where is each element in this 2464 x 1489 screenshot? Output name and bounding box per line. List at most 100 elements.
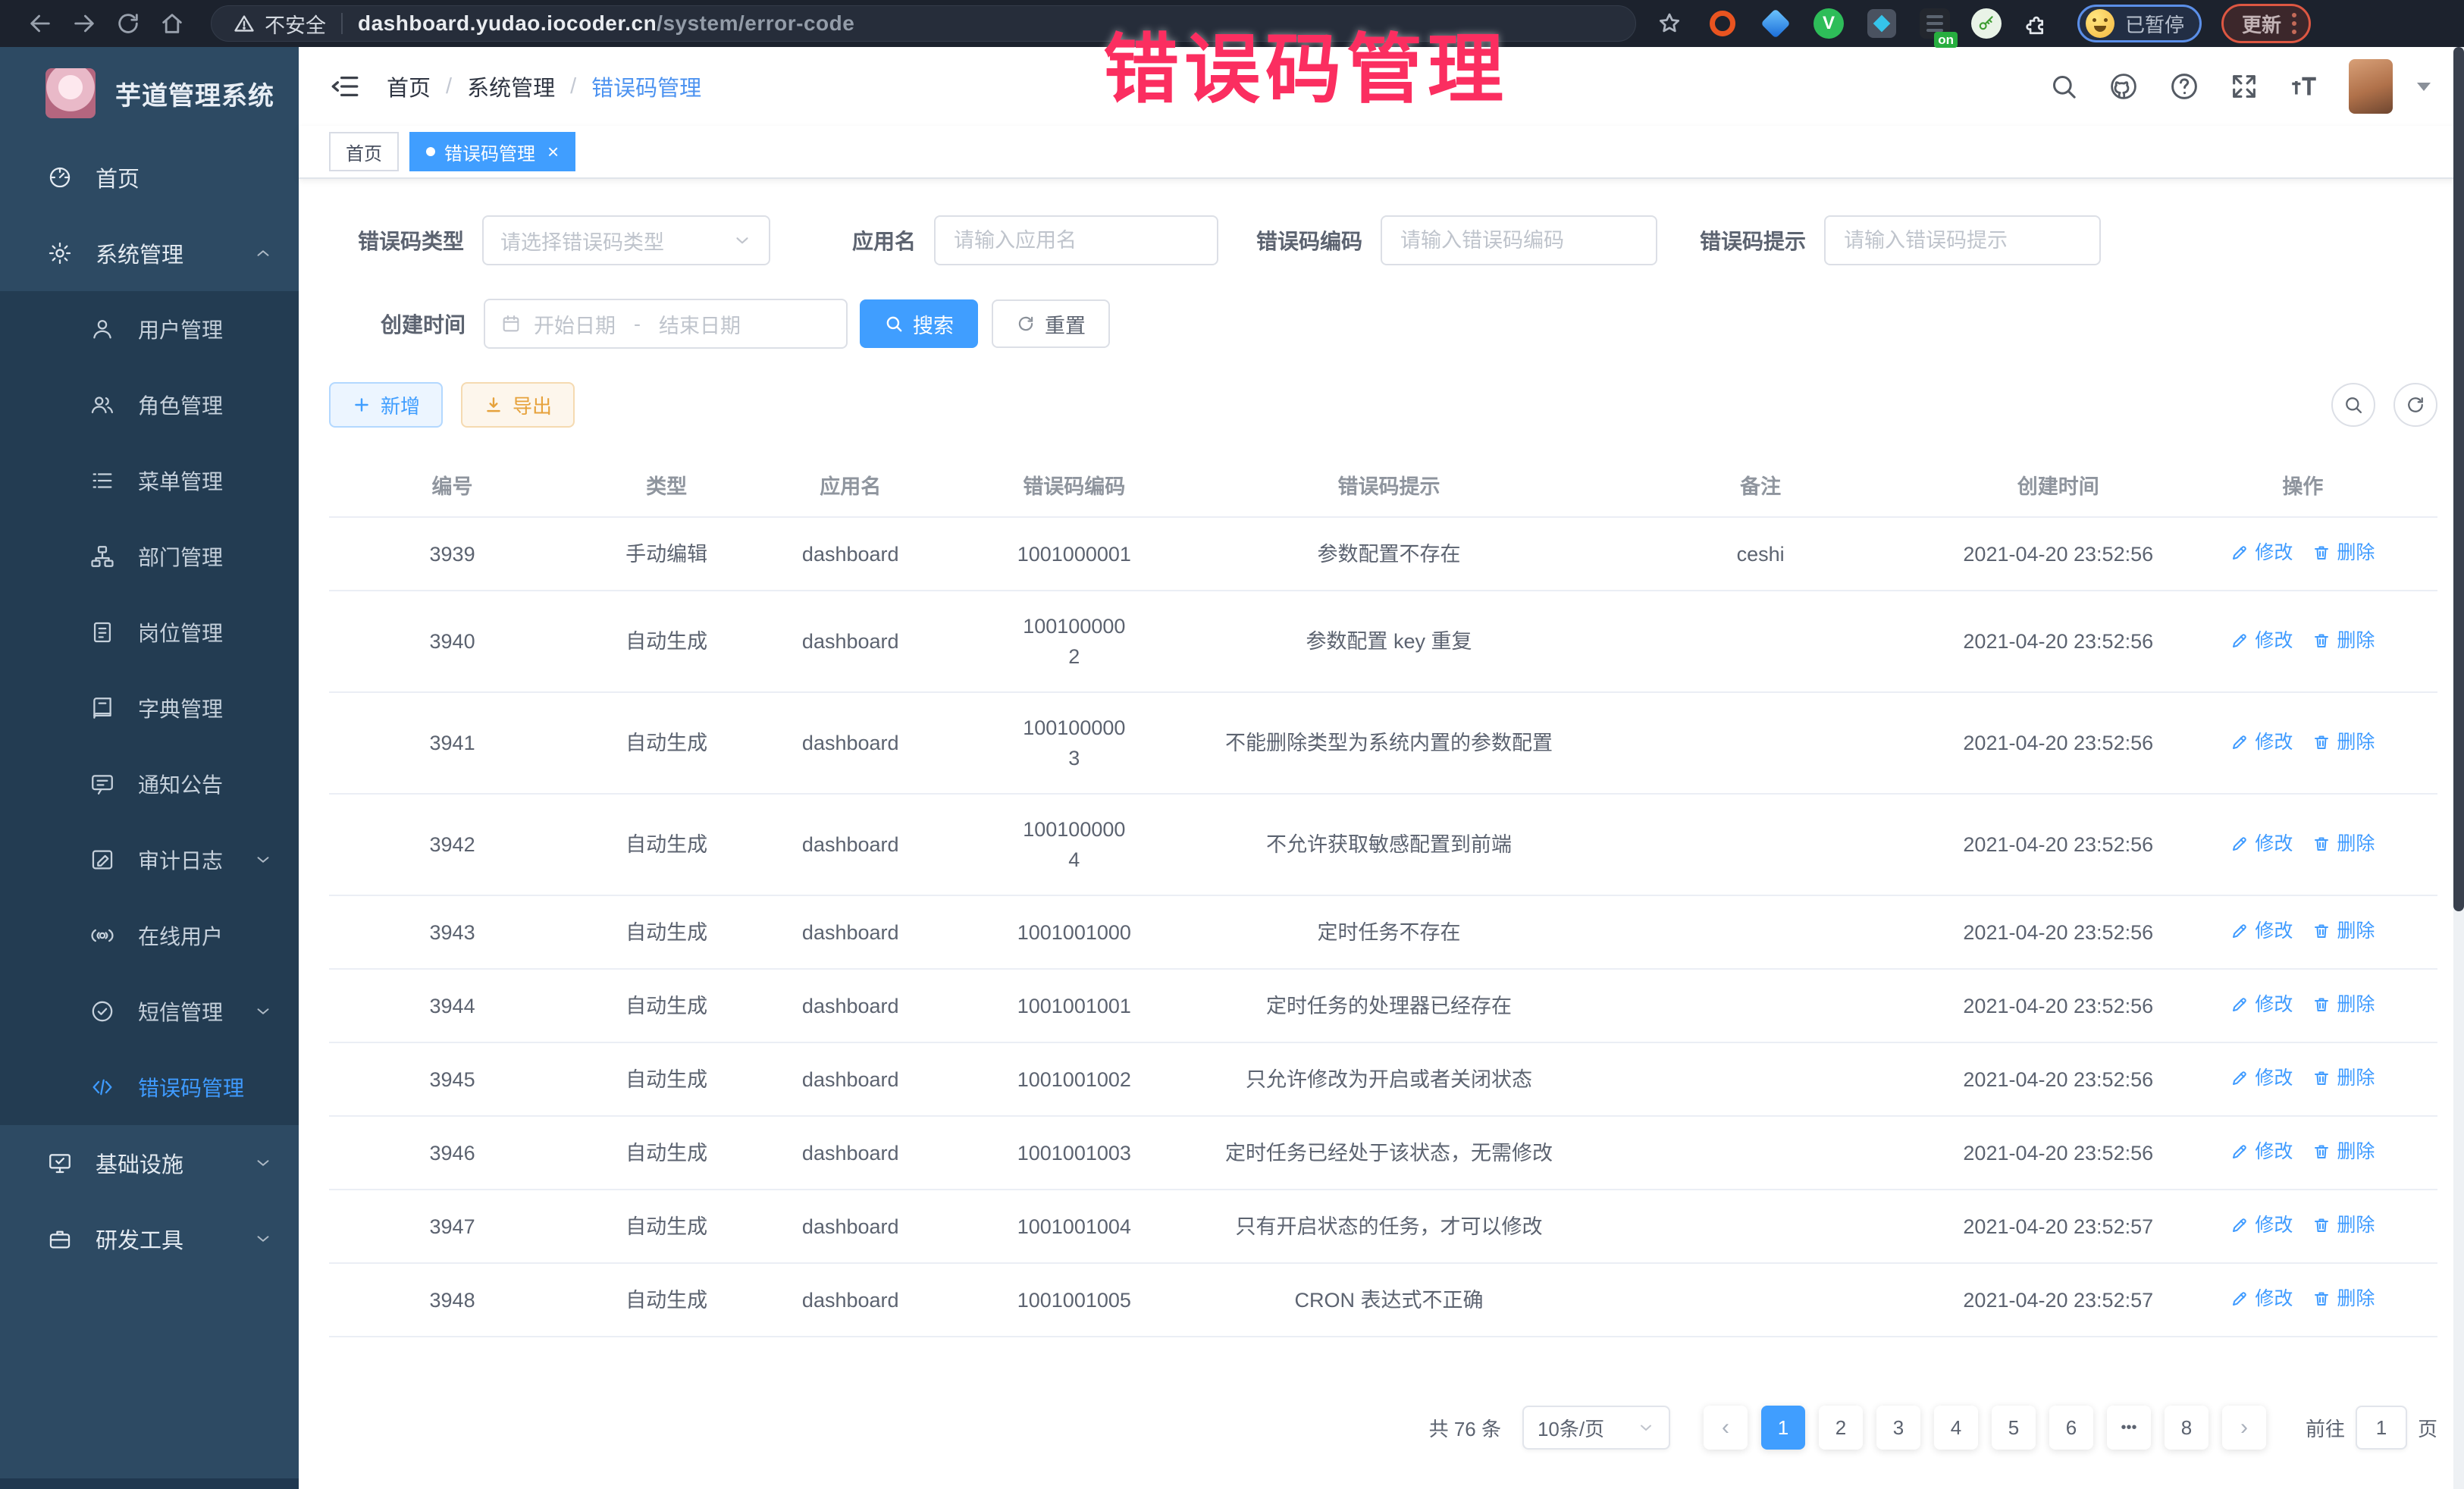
delete-link[interactable]: 删除 — [2312, 625, 2375, 656]
search-button[interactable]: 搜索 — [860, 299, 978, 348]
delete-link[interactable]: 删除 — [2312, 829, 2375, 859]
app-name-input[interactable] — [934, 215, 1218, 265]
delete-link[interactable]: 删除 — [2312, 727, 2375, 757]
sidebar-item-top[interactable]: 系统管理 — [0, 215, 299, 291]
export-button[interactable]: 导出 — [461, 382, 575, 428]
edit-link[interactable]: 修改 — [2230, 1284, 2293, 1314]
sidebar-item-sub[interactable]: 审计日志 — [0, 822, 299, 898]
page-button-4[interactable]: 4 — [1934, 1406, 1978, 1450]
sidebar-logo-row[interactable]: 芋道管理系统 — [0, 47, 299, 139]
delete-link[interactable]: 删除 — [2312, 538, 2375, 568]
row-app: dashboard — [757, 1042, 943, 1116]
sidebar-item-sub[interactable]: 短信管理 — [0, 973, 299, 1049]
edit-link[interactable]: 修改 — [2230, 1210, 2293, 1240]
add-button[interactable]: 新增 — [329, 382, 443, 428]
page-button-3[interactable]: 3 — [1876, 1406, 1920, 1450]
breadcrumb-home[interactable]: 首页 — [387, 71, 431, 102]
sidebar-item-top[interactable]: 首页 — [0, 139, 299, 215]
user-avatar[interactable] — [2349, 59, 2393, 114]
page-button-5[interactable]: 5 — [1992, 1406, 2036, 1450]
row-code: 1001001001 — [943, 969, 1205, 1042]
more-pages-button[interactable]: ••• — [2107, 1406, 2151, 1450]
fullscreen-button[interactable] — [2229, 71, 2259, 102]
extensions-menu-button[interactable] — [2021, 7, 2055, 40]
audit-log-icon — [89, 847, 115, 873]
edit-link[interactable]: 修改 — [2230, 727, 2293, 757]
page-size-select[interactable]: 10条/页 — [1522, 1406, 1670, 1450]
header-search-button[interactable] — [2049, 71, 2079, 102]
delete-link[interactable]: 删除 — [2312, 1284, 2375, 1314]
kebab-menu-icon[interactable] — [2292, 13, 2296, 34]
row-id: 3939 — [329, 517, 575, 591]
sidebar-item-top[interactable]: 研发工具 — [0, 1201, 299, 1277]
prev-page-button[interactable]: ‹ — [1704, 1406, 1748, 1450]
sidebar-item-sub[interactable]: 角色管理 — [0, 367, 299, 443]
back-arrow-icon — [27, 11, 53, 36]
page-button-8[interactable]: 8 — [2165, 1406, 2209, 1450]
extension-key[interactable] — [1971, 8, 2002, 39]
sidebar-collapse-button[interactable] — [329, 71, 361, 102]
tag-error-code-active[interactable]: 错误码管理 × — [409, 132, 575, 171]
profile-paused-pill[interactable]: 已暂停 — [2077, 5, 2202, 42]
github-link-button[interactable] — [2108, 71, 2140, 102]
extension-switcher[interactable]: on — [1918, 7, 1951, 40]
font-size-button[interactable] — [2288, 71, 2320, 102]
edit-link[interactable]: 修改 — [2230, 829, 2293, 859]
extension-blue-gem[interactable] — [1759, 7, 1792, 40]
security-label: 不安全 — [265, 9, 326, 39]
delete-link[interactable]: 删除 — [2312, 989, 2375, 1020]
page-button-1[interactable]: 1 — [1761, 1406, 1805, 1450]
edit-link[interactable]: 修改 — [2230, 916, 2293, 946]
delete-link[interactable]: 删除 — [2312, 916, 2375, 946]
extension-green-v[interactable]: V — [1812, 7, 1845, 40]
extension-orange-ring[interactable] — [1706, 7, 1739, 40]
scrollbar-thumb[interactable] — [2453, 47, 2464, 911]
sidebar-item-active[interactable]: 错误码管理 — [0, 1049, 299, 1125]
extension-grid[interactable] — [1865, 7, 1898, 40]
page-button-6[interactable]: 6 — [2049, 1406, 2093, 1450]
window-scrollbar[interactable] — [2453, 47, 2464, 1489]
next-page-button[interactable]: › — [2222, 1406, 2266, 1450]
sidebar-item-sub[interactable]: 部门管理 — [0, 519, 299, 594]
error-code-input[interactable] — [1381, 215, 1657, 265]
sidebar-item-sub[interactable]: 菜单管理 — [0, 443, 299, 519]
help-button[interactable] — [2168, 71, 2200, 102]
edit-link[interactable]: 修改 — [2230, 989, 2293, 1020]
browser-reload-button[interactable] — [106, 6, 150, 41]
browser-forward-button[interactable] — [62, 6, 106, 41]
close-tag-icon[interactable]: × — [547, 142, 559, 161]
sidebar-item-sub[interactable]: 字典管理 — [0, 670, 299, 746]
address-bar[interactable]: 不安全 dashboard.yudao.iocoder.cn/system/er… — [211, 5, 1636, 42]
date-range-picker[interactable]: 开始日期 - 结束日期 — [484, 299, 848, 349]
chevron-down-icon[interactable] — [2417, 83, 2431, 91]
sidebar-item-sub[interactable]: 用户管理 — [0, 291, 299, 367]
bookmark-star-button[interactable] — [1656, 10, 1683, 37]
refresh-table-button[interactable] — [2393, 383, 2437, 427]
edit-link[interactable]: 修改 — [2230, 538, 2293, 568]
sidebar-item-top[interactable]: 基础设施 — [0, 1125, 299, 1201]
hide-search-button[interactable] — [2331, 383, 2375, 427]
breadcrumb-system[interactable]: 系统管理 — [467, 71, 555, 102]
error-msg-input[interactable] — [1824, 215, 2101, 265]
row-msg: 参数配置不存在 — [1205, 517, 1572, 591]
security-warning[interactable]: 不安全 — [233, 9, 326, 39]
delete-link[interactable]: 删除 — [2312, 1063, 2375, 1093]
search-button-label: 搜索 — [913, 309, 954, 339]
goto-page-input[interactable] — [2356, 1406, 2407, 1450]
sidebar-item-sub[interactable]: 岗位管理 — [0, 594, 299, 670]
browser-back-button[interactable] — [18, 6, 62, 41]
browser-home-button[interactable] — [150, 6, 194, 41]
edit-link[interactable]: 修改 — [2230, 1063, 2293, 1093]
reset-button[interactable]: 重置 — [992, 299, 1110, 348]
delete-link[interactable]: 删除 — [2312, 1136, 2375, 1167]
edit-link[interactable]: 修改 — [2230, 625, 2293, 656]
table-body: 3939手动编辑dashboard1001000001参数配置不存在ceshi2… — [329, 517, 2437, 1337]
delete-link[interactable]: 删除 — [2312, 1210, 2375, 1240]
error-type-select[interactable]: 请选择错误码类型 — [482, 215, 770, 265]
sidebar-item-sub[interactable]: 通知公告 — [0, 746, 299, 822]
edit-link[interactable]: 修改 — [2230, 1136, 2293, 1167]
page-button-2[interactable]: 2 — [1819, 1406, 1863, 1450]
browser-update-button[interactable]: 更新 — [2221, 4, 2311, 43]
tag-home[interactable]: 首页 — [329, 132, 399, 171]
sidebar-item-sub[interactable]: 在线用户 — [0, 898, 299, 973]
